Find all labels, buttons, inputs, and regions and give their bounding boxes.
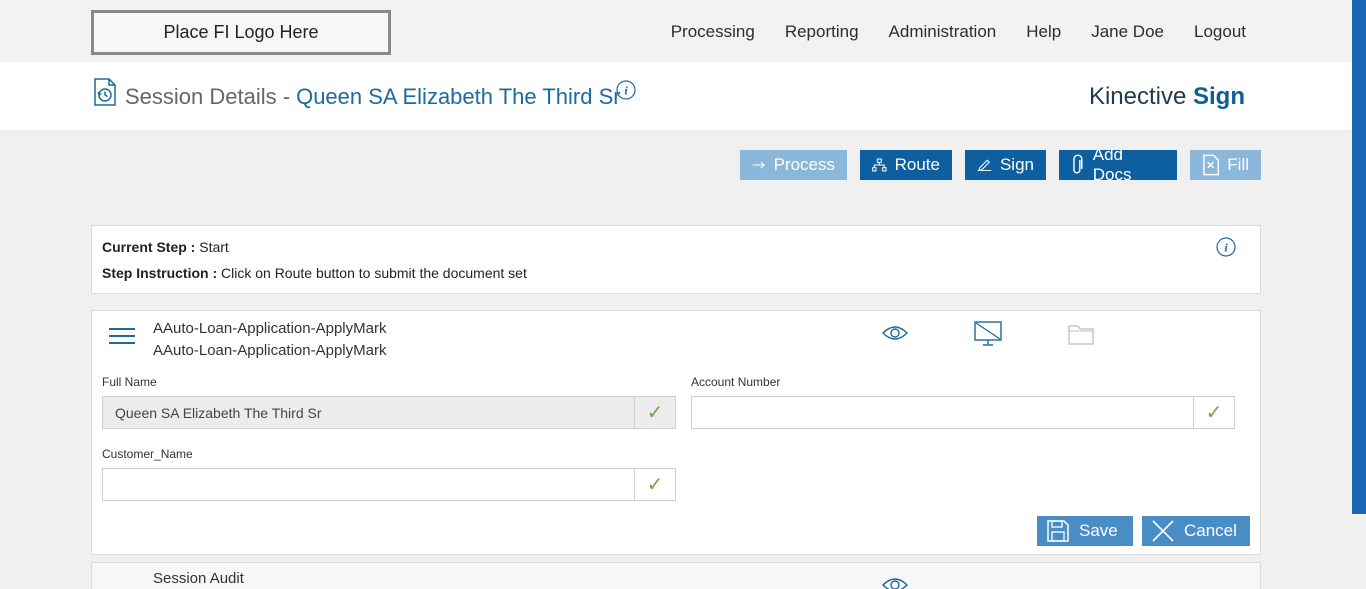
full-name-field: ✓ [102,396,676,429]
arrow-right-icon [752,161,766,169]
eye-icon[interactable] [882,325,908,341]
nav-logout[interactable]: Logout [1194,22,1246,42]
check-icon: ✓ [1193,397,1234,428]
current-step-label: Current Step : [102,239,196,255]
brand-wordmark: Kinective Sign [1089,83,1245,111]
customer-name-label: Customer_Name [102,447,193,461]
check-icon: ✓ [634,469,675,500]
scrollbar-thumb[interactable] [1352,0,1366,514]
page-title: Session Details - Queen SA Elizabeth The … [125,84,621,110]
route-button[interactable]: Route [860,150,952,180]
action-toolbar: Process Route Sign Add Docs Fill [740,145,1261,184]
sitemap-icon [872,158,887,172]
session-audit-label: Session Audit [153,570,244,587]
check-icon: ✓ [634,397,675,428]
session-name: Queen SA Elizabeth The Third Sr [296,84,621,109]
paperclip-icon [1073,154,1083,174]
account-number-input[interactable] [692,397,1193,428]
nav-reporting[interactable]: Reporting [785,22,859,42]
eye-icon[interactable] [882,577,908,589]
logo-placeholder: Place FI Logo Here [91,10,391,55]
current-step: Current Step : Start [102,239,229,255]
brand-bold: Sign [1193,83,1245,110]
svg-text:i: i [1224,241,1228,255]
page-title-prefix: Session Details - [125,84,291,109]
add-docs-button[interactable]: Add Docs [1059,145,1177,184]
document-name-secondary: AAuto-Loan-Application-ApplyMark [153,342,387,359]
nav-processing[interactable]: Processing [671,22,755,42]
step-panel: Current Step : Start Step Instruction : … [91,225,1261,294]
process-label: Process [773,155,835,174]
session-header: Session Details - Queen SA Elizabeth The … [0,62,1352,130]
nav-help[interactable]: Help [1026,22,1061,42]
document-x-icon [1203,154,1220,176]
brand-light: Kinective [1088,83,1187,110]
main-nav: Processing Reporting Administration Help… [671,22,1246,42]
nav-user-name[interactable]: Jane Doe [1091,22,1164,42]
history-icon[interactable] [92,77,118,107]
account-number-label: Account Number [691,375,781,389]
account-number-field: ✓ [691,396,1235,429]
monitor-off-icon[interactable] [974,321,1002,347]
step-instruction-value: Click on Route button to submit the docu… [221,265,527,281]
fill-button[interactable]: Fill [1190,150,1261,180]
customer-name-input[interactable] [103,469,634,500]
customer-name-field: ✓ [102,468,676,501]
top-bar: Place FI Logo Here Processing Reporting … [0,0,1352,62]
cancel-button[interactable]: Cancel [1142,516,1250,546]
current-step-value: Start [199,239,229,255]
session-audit-panel: Session Audit [91,562,1261,589]
cancel-label: Cancel [1184,521,1237,540]
pen-icon [977,159,992,172]
menu-icon[interactable] [109,328,135,346]
route-label: Route [894,155,940,174]
info-icon[interactable]: i [616,80,636,100]
step-instruction-label: Step Instruction : [102,265,218,281]
svg-text:i: i [624,84,628,98]
save-button[interactable]: Save [1037,516,1133,546]
process-button[interactable]: Process [740,150,847,180]
document-panel: AAuto-Loan-Application-ApplyMark AAuto-L… [91,310,1261,555]
document-names: AAuto-Loan-Application-ApplyMark AAuto-L… [153,318,386,362]
info-icon[interactable]: i [1216,237,1236,257]
save-label: Save [1079,521,1118,540]
step-instruction: Step Instruction : Click on Route button… [102,265,527,281]
fill-label: Fill [1227,155,1249,174]
folder-icon[interactable] [1068,323,1094,345]
floppy-disk-icon [1047,520,1069,542]
close-icon [1152,520,1174,542]
nav-administration[interactable]: Administration [889,22,997,42]
scrollbar[interactable] [1352,0,1366,589]
sign-button[interactable]: Sign [965,150,1046,180]
add-docs-label: Add Docs [1092,145,1132,184]
sign-label: Sign [999,155,1034,174]
full-name-input[interactable] [103,397,634,428]
document-name: AAuto-Loan-Application-ApplyMark [153,320,387,337]
full-name-label: Full Name [102,375,157,389]
